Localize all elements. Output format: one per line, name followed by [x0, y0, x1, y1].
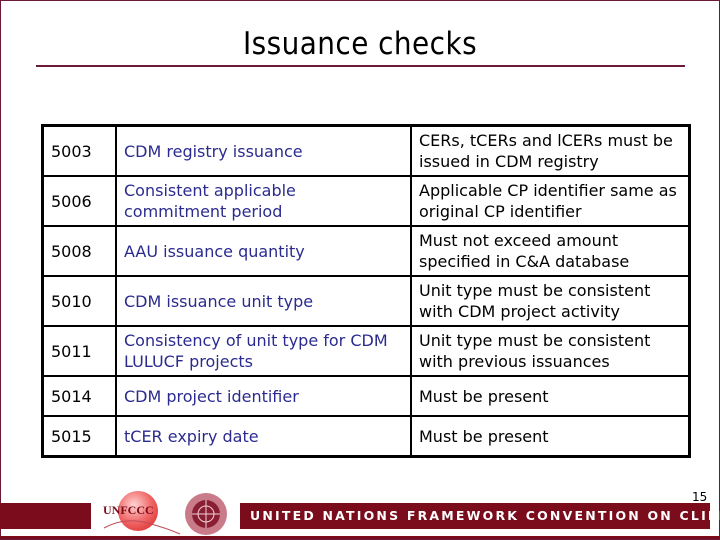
- table-row: 5014 CDM project identifier Must be pres…: [41, 375, 691, 417]
- footer-rule: [0, 536, 720, 539]
- check-rule: Must not exceed amount specified in C&A …: [410, 225, 691, 277]
- table-row: 5010 CDM issuance unit type Unit type mu…: [41, 275, 691, 327]
- check-rule: CERs, tCERs and lCERs must be issued in …: [410, 124, 691, 177]
- unfccc-globe-logo-icon: UNFCCC: [103, 491, 181, 535]
- slide-title: Issuance checks: [242, 26, 478, 62]
- check-name: Consistency of unit type for CDM LULUCF …: [115, 325, 412, 377]
- check-code: 5010: [41, 275, 117, 327]
- check-name: AAU issuance quantity: [115, 225, 412, 277]
- check-name: tCER expiry date: [115, 415, 412, 458]
- check-name: CDM issuance unit type: [115, 275, 412, 327]
- un-emblem-icon: [185, 493, 227, 535]
- check-code: 5003: [41, 124, 117, 177]
- check-code: 5014: [41, 375, 117, 417]
- table-row: 5011 Consistency of unit type for CDM LU…: [41, 325, 691, 377]
- check-rule: Unit type must be consistent with CDM pr…: [410, 275, 691, 327]
- page-number: 15: [692, 490, 708, 504]
- check-rule: Must be present: [410, 375, 691, 417]
- check-code: 5008: [41, 225, 117, 277]
- unfccc-logo-text: UNFCCC: [103, 503, 154, 517]
- check-name: CDM project identifier: [115, 375, 412, 417]
- table-row: 5003 CDM registry issuance CERs, tCERs a…: [41, 124, 691, 177]
- check-name: Consistent applicable commitment period: [115, 175, 412, 227]
- table-row: 5015 tCER expiry date Must be present: [41, 415, 691, 458]
- check-rule: Must be present: [410, 415, 691, 458]
- title-underline: [36, 65, 685, 67]
- check-name: CDM registry issuance: [115, 124, 412, 177]
- footer-banner-text: UNITED NATIONS FRAMEWORK CONVENTION ON C…: [250, 508, 720, 523]
- table-row: 5008 AAU issuance quantity Must not exce…: [41, 225, 691, 277]
- issuance-checks-table: 5003 CDM registry issuance CERs, tCERs a…: [41, 124, 691, 458]
- table-row: 5006 Consistent applicable commitment pe…: [41, 175, 691, 227]
- footer-banner-left: [0, 503, 91, 529]
- check-code: 5006: [41, 175, 117, 227]
- check-code: 5011: [41, 325, 117, 377]
- check-code: 5015: [41, 415, 117, 458]
- check-rule: Unit type must be consistent with previo…: [410, 325, 691, 377]
- check-rule: Applicable CP identifier same as origina…: [410, 175, 691, 227]
